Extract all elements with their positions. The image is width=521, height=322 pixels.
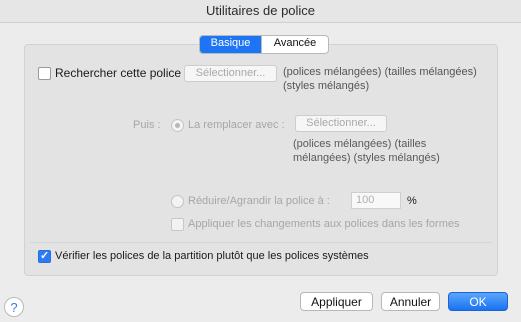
replace-with-radio[interactable] (171, 119, 184, 132)
mode-segmented-control: Basique Avancée (199, 35, 329, 54)
tab-basique[interactable]: Basique (200, 36, 261, 53)
ok-button[interactable]: OK (448, 292, 508, 311)
apply-forms-label: Appliquer les changements aux polices da… (188, 218, 460, 230)
search-info-line2: (styles mélangés) (283, 80, 370, 92)
apply-button[interactable]: Appliquer (300, 292, 373, 311)
scale-font-radio[interactable] (171, 195, 184, 208)
search-info-line1: (polices mélangées) (tailles mélangées) (283, 66, 477, 78)
search-font-checkbox[interactable] (38, 67, 51, 80)
puis-label: Puis : (133, 119, 161, 131)
separator (30, 242, 492, 243)
verify-partition-fonts-checkbox[interactable] (38, 249, 51, 263)
replace-info-line2: mélangées) (styles mélangés) (293, 152, 440, 164)
search-font-label: Rechercher cette police : (55, 66, 188, 80)
replace-info-line1: (polices mélangées) (tailles (293, 138, 427, 150)
help-button[interactable]: ? (4, 297, 24, 317)
scale-percent-field[interactable] (351, 192, 401, 209)
replace-with-label: La remplacer avec : (188, 119, 285, 131)
replace-select-button[interactable]: Sélectionner... (295, 115, 387, 132)
percent-unit-label: % (407, 195, 417, 207)
apply-forms-checkbox[interactable] (171, 218, 184, 231)
window-title: Utilitaires de police (205, 3, 316, 18)
scale-font-label: Réduire/Agrandir la police à : (188, 195, 330, 207)
search-select-button[interactable]: Sélectionner... (184, 65, 277, 82)
verify-partition-fonts-label: Vérifier les polices de la partition plu… (55, 250, 369, 262)
tab-avancee[interactable]: Avancée (261, 36, 328, 53)
cancel-button[interactable]: Annuler (381, 292, 440, 311)
